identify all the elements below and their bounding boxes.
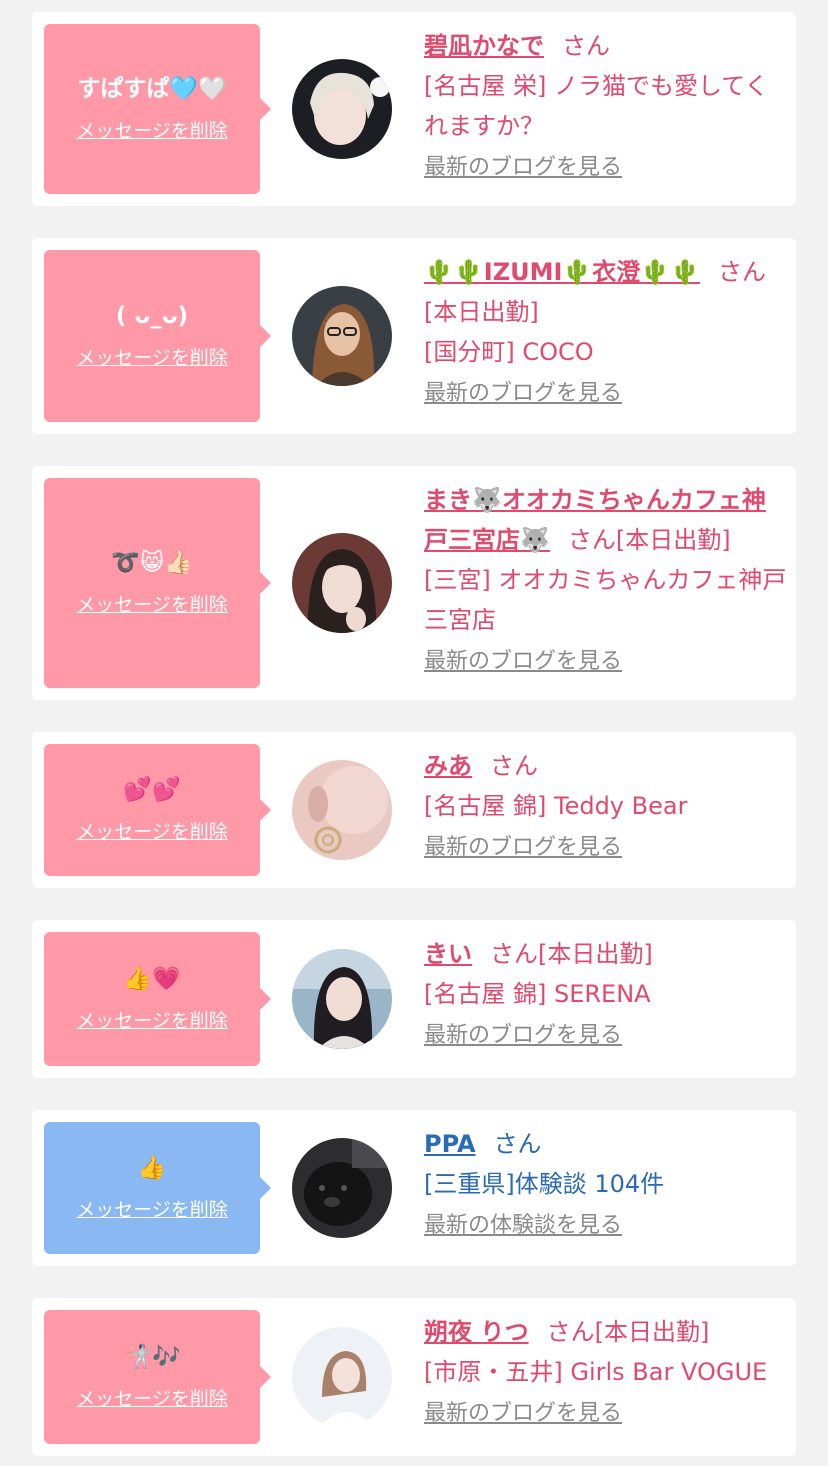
avatar[interactable] [292,760,392,860]
shop-info: [名古屋 錦] SERENA [424,980,651,1008]
message-bubble: 🤺🎶 メッセージを削除 [44,1310,271,1444]
info-block: PPA さん [三重県]体験談 104件 最新の体験談を見る [424,1124,788,1244]
avatar[interactable] [292,59,392,159]
list-item: ➰😸👍🏻 メッセージを削除 まき🐺オオカミちゃんカフェ神戸三宮店🐺 さん[本日出勤… [32,466,796,700]
delete-message-link[interactable]: メッセージを削除 [76,1385,228,1413]
info-block: 朔夜 りつ さん[本日出勤] [市原・五井] Girls Bar VOGUE 最新… [424,1312,788,1432]
cast-name-link[interactable]: 朔夜 りつ [424,1318,529,1346]
latest-blog-link[interactable]: 最新のブログを見る [424,833,622,863]
message-text: 👍💗 [123,966,181,992]
avatar[interactable] [292,949,392,1049]
message-text: 🤺🎶 [123,1344,181,1370]
delete-message-link[interactable]: メッセージを削除 [76,591,228,619]
shop-info: [名古屋 錦] Teddy Bear [424,792,688,820]
message-bubble: 👍 メッセージを削除 [44,1122,271,1254]
latest-blog-link[interactable]: 最新のブログを見る [424,647,622,677]
avatar-photo-icon [292,760,392,860]
list-item: すぱすぱ🩵🤍 メッセージを削除 碧凪かなで さん [名古屋 栄] ノラ猫でも愛して… [32,12,796,206]
latest-blog-link[interactable]: 最新のブログを見る [424,1021,622,1051]
avatar[interactable] [292,286,392,386]
message-text: 👍 [137,1155,167,1181]
avatar[interactable] [292,533,392,633]
list-item: ( ᴗ_ᴗ) メッセージを削除 🌵🌵IZUMI🌵衣澄🌵🌵 さん[本日出勤] [国分… [32,238,796,434]
info-block: 碧凪かなで さん [名古屋 栄] ノラ猫でも愛してくれますか？ 最新のブログを見る [424,26,788,186]
message-text: ➰😸👍🏻 [111,550,193,576]
shop-info: [国分町] COCO [424,338,594,366]
info-block: みあ さん [名古屋 錦] Teddy Bear 最新のブログを見る [424,746,788,866]
avatar[interactable] [292,1327,392,1427]
info-block: きい さん[本日出勤] [名古屋 錦] SERENA 最新のブログを見る [424,934,788,1054]
cast-name-link[interactable]: 碧凪かなで [424,32,544,60]
latest-blog-link[interactable]: 最新のブログを見る [424,379,622,409]
list-item: 💕💕 メッセージを削除 みあ さん [名古屋 錦] Teddy Bear 最新のブ… [32,732,796,888]
delete-message-link[interactable]: メッセージを削除 [76,344,228,372]
avatar-photo-icon [292,1327,392,1427]
list-item: 🤺🎶 メッセージを削除 朔夜 りつ さん[本日出勤] [市原・五井] Girls … [32,1298,796,1456]
honorific: さん [493,1130,542,1158]
message-bubble: 💕💕 メッセージを削除 [44,744,271,876]
avatar[interactable] [292,1138,392,1238]
list-item: 👍 メッセージを削除 PPA さん [三重県]体験談 104件 最新の体験談を見る [32,1110,796,1266]
cast-name-link[interactable]: みあ [424,752,472,780]
message-bubble: すぱすぱ🩵🤍 メッセージを削除 [44,24,271,194]
message-text: 💕💕 [123,777,181,803]
delete-message-link[interactable]: メッセージを削除 [76,1007,228,1035]
message-bubble: ( ᴗ_ᴗ) メッセージを削除 [44,250,271,422]
message-bubble: ➰😸👍🏻 メッセージを削除 [44,478,271,688]
info-block: まき🐺オオカミちゃんカフェ神戸三宮店🐺 さん[本日出勤] [三宮] オオカミちゃん… [424,480,788,680]
shop-info: [三宮] オオカミちゃんカフェ神戸三宮店 [424,566,787,634]
honorific: さん[本日出勤] [546,1318,710,1346]
message-bubble: 👍💗 メッセージを削除 [44,932,271,1066]
delete-message-link[interactable]: メッセージを削除 [76,818,228,846]
avatar-photo-icon [292,1138,392,1238]
delete-message-link[interactable]: メッセージを削除 [76,117,228,145]
review-info: [三重県]体験談 104件 [424,1170,665,1198]
latest-blog-link[interactable]: 最新のブログを見る [424,153,622,183]
latest-blog-link[interactable]: 最新のブログを見る [424,1399,622,1429]
message-text: すぱすぱ🩵🤍 [77,76,227,102]
list-item: 👍💗 メッセージを削除 きい さん[本日出勤] [名古屋 錦] SERENA 最新… [32,920,796,1078]
honorific: さん[本日出勤] [567,526,731,554]
reviewer-name-link[interactable]: PPA [424,1130,476,1158]
cast-name-link[interactable]: 🌵🌵IZUMI🌵衣澄🌵🌵 [424,258,700,286]
shop-info: [名古屋 栄] ノラ猫でも愛してくれますか？ [424,72,769,140]
honorific: さん [490,752,538,780]
favorites-message-list: すぱすぱ🩵🤍 メッセージを削除 碧凪かなで さん [名古屋 栄] ノラ猫でも愛して… [0,0,828,1466]
message-text: ( ᴗ_ᴗ) [115,303,189,329]
avatar-photo-icon [292,949,392,1049]
info-block: 🌵🌵IZUMI🌵衣澄🌵🌵 さん[本日出勤] [国分町] COCO 最新のブログを見… [424,252,788,412]
delete-message-link[interactable]: メッセージを削除 [76,1196,228,1224]
avatar-photo-icon [292,286,392,386]
shop-info: [市原・五井] Girls Bar VOGUE [424,1358,768,1386]
avatar-photo-icon [292,59,392,159]
avatar-photo-icon [292,533,392,633]
latest-review-link[interactable]: 最新の体験談を見る [424,1211,622,1241]
honorific: さん[本日出勤] [490,940,653,968]
cast-name-link[interactable]: きい [424,940,472,968]
honorific: さん [562,32,610,60]
